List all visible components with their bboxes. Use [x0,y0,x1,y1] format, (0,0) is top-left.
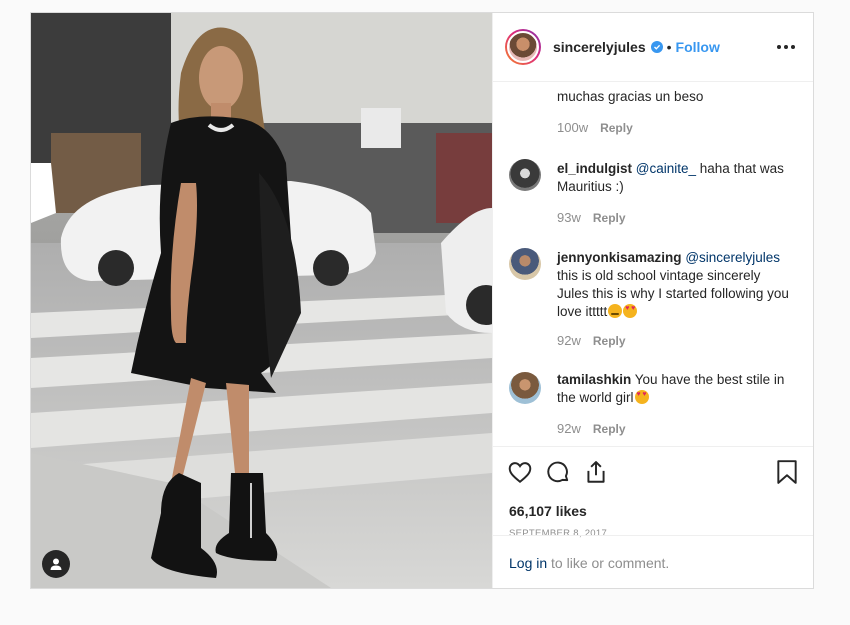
street-fashion-photo [31,13,492,588]
reply-button[interactable]: Reply [593,334,626,348]
comment-bubble-icon[interactable] [545,459,571,490]
more-options-icon[interactable] [773,41,799,53]
heart-icon[interactable] [507,459,533,490]
reply-button[interactable]: Reply [593,422,626,436]
follow-button[interactable]: Follow [676,39,720,55]
comment-mention[interactable]: @sincerelyjules [685,250,780,265]
author-avatar[interactable] [505,29,541,65]
commenter-avatar[interactable] [509,248,541,280]
post-actions: 66,107 likes SEPTEMBER 8, 2017 [493,446,813,539]
header-separator: • [666,39,672,55]
post-header: sincerelyjules • Follow [493,13,813,82]
reply-button[interactable]: Reply [600,121,633,135]
comment-body: muchas gracias un beso [557,89,704,104]
heart-eyes-emoji-icon [634,390,649,404]
comment-age: 92w [557,333,581,348]
comment-text: muchas gracias un beso [557,88,789,106]
comment-meta: 92w Reply [557,421,626,436]
instagram-post: sincerelyjules • Follow muchas gracias u… [30,12,814,589]
comment-text: jennyonkisamazing @sincerelyjules this i… [557,249,789,321]
login-suffix: to like or comment. [547,555,670,571]
bookmark-icon[interactable] [775,459,799,490]
verified-badge-icon [650,41,663,53]
action-icons [507,459,799,487]
comment-item: tamilashkin You have the best stile in t… [493,371,813,446]
share-icon[interactable] [583,459,609,490]
login-prompt: Log in to like or comment. [493,535,813,588]
author-username[interactable]: sincerelyjules [553,39,646,55]
post-photo[interactable] [31,13,492,588]
comment-age: 100w [557,120,589,135]
comment-text: tamilashkin You have the best stile in t… [557,371,789,407]
commenter-username[interactable]: jennyonkisamazing [557,250,682,265]
commenter-username[interactable]: el_indulgist [557,161,632,176]
smirk-emoji-icon [608,304,623,318]
comment-age: 93w [557,210,581,225]
comment-meta: 100w Reply [557,120,633,135]
comment-item: el_indulgist @cainite_ haha that was Mau… [493,158,813,238]
reply-button[interactable]: Reply [593,211,626,225]
post-side-panel: sincerelyjules • Follow muchas gracias u… [492,13,813,588]
comment-age: 92w [557,421,581,436]
comment-item: muchas gracias un beso 100w Reply [493,82,813,142]
comment-item: jennyonkisamazing @sincerelyjules this i… [493,247,813,357]
heart-eyes-emoji-icon [623,304,638,318]
comment-text: el_indulgist @cainite_ haha that was Mau… [557,160,789,196]
comment-body: this is old school vintage sincerely Jul… [557,268,789,319]
comment-meta: 92w Reply [557,333,626,348]
comment-mention[interactable]: @cainite_ [636,161,696,176]
comment-meta: 93w Reply [557,210,626,225]
commenter-username[interactable]: tamilashkin [557,372,631,387]
user-tag-icon[interactable] [42,550,70,578]
commenter-avatar[interactable] [509,159,541,191]
login-link[interactable]: Log in [509,555,547,571]
comments-list[interactable]: muchas gracias un beso 100w Reply el_indu… [493,82,813,446]
commenter-avatar[interactable] [509,372,541,404]
like-count[interactable]: 66,107 likes [509,503,587,519]
